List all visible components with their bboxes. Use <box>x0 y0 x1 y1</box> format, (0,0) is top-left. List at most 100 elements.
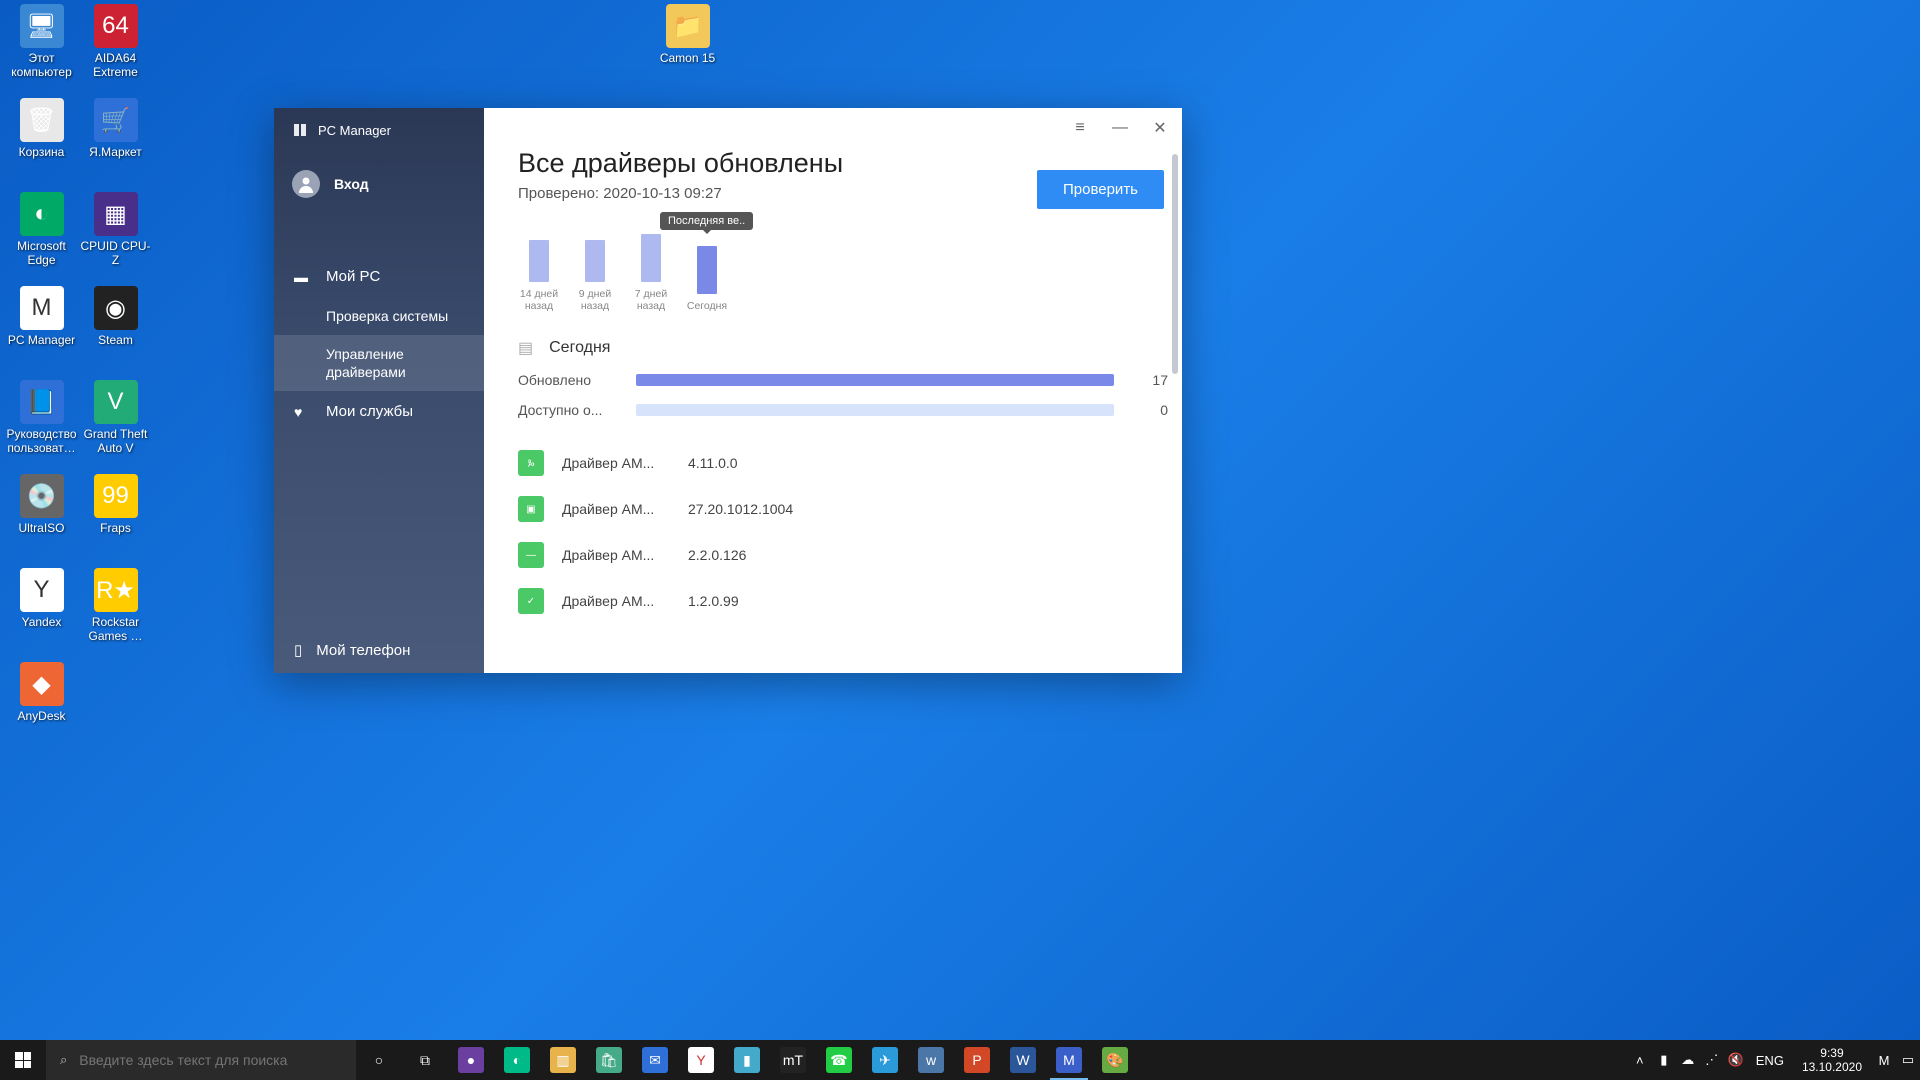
driver-name: Драйвер AM... <box>562 501 670 517</box>
tray-wifi-icon[interactable]: ⋰ <box>1700 1040 1724 1080</box>
tray-action-center-icon[interactable]: ▭ <box>1896 1040 1920 1080</box>
desktop-icon[interactable]: MPC Manager <box>4 286 79 347</box>
desktop-icon[interactable]: 🛒Я.Маркет <box>78 98 153 159</box>
bar-fill <box>585 240 605 282</box>
desktop-icon-label: Grand Theft Auto V <box>78 427 153 455</box>
desktop-icon-label: Steam <box>78 333 153 347</box>
desktop-icon[interactable]: 64AIDA64 Extreme <box>78 4 153 79</box>
sidebar-item-label: Мой PC <box>326 268 380 285</box>
driver-row[interactable]: ▣Драйвер AM...27.20.1012.1004 <box>518 486 1168 532</box>
driver-list: ⰃДрайвер AM...4.11.0.0▣Драйвер AM...27.2… <box>518 440 1168 624</box>
close-button[interactable]: ✕ <box>1150 118 1170 138</box>
desktop-icon[interactable]: 📁Camon 15 <box>650 4 725 65</box>
taskbar-app-store[interactable]: 🛍 <box>586 1040 632 1080</box>
sidebar-item-label: Мой телефон <box>316 642 410 659</box>
desktop-icon[interactable]: ◆AnyDesk <box>4 662 79 723</box>
desktop-icon-glyph: 🛒 <box>94 98 138 142</box>
bar-fill <box>697 246 717 294</box>
menu-icon[interactable]: ≡ <box>1070 119 1090 137</box>
taskbar-app-cortana[interactable]: ○ <box>356 1040 402 1080</box>
sidebar-item-my-pc[interactable]: ▬ Мой PC <box>274 256 484 297</box>
desktop-icon-glyph: ◉ <box>94 286 138 330</box>
tray-onedrive-icon[interactable]: ☁ <box>1676 1040 1700 1080</box>
bar-fill <box>529 240 549 282</box>
tray-chevron-icon[interactable]: ˄ <box>1628 1040 1652 1080</box>
tray-language[interactable]: ENG <box>1748 1053 1792 1068</box>
today-section: ▤ Сегодня Обновлено 17 Доступно о... 0 Ⰳ… <box>518 338 1168 624</box>
minimize-button[interactable]: — <box>1110 119 1130 137</box>
taskbar-app-icon: ◐ <box>504 1047 530 1073</box>
taskbar-app-paint[interactable]: 🎨 <box>1092 1040 1138 1080</box>
sidebar-item-system-check[interactable]: Проверка системы <box>274 297 484 335</box>
taskbar-app-telegram[interactable]: ✈ <box>862 1040 908 1080</box>
desktop-icon[interactable]: R★Rockstar Games … <box>78 568 153 643</box>
taskbar-app-whatsapp[interactable]: ☎ <box>816 1040 862 1080</box>
taskbar-search[interactable]: ⌕ <box>46 1040 356 1080</box>
checked-at: Проверено: 2020-10-13 09:27 <box>518 185 1168 202</box>
pc-manager-window: PC Manager Вход ▬ Мой PC Проверка систем… <box>274 108 1182 673</box>
desktop-icon[interactable]: 💿UltraISO <box>4 474 79 535</box>
taskbar-app-vk[interactable]: w <box>908 1040 954 1080</box>
desktop-icon-label: Fraps <box>78 521 153 535</box>
scrollbar[interactable] <box>1172 154 1178 374</box>
bar-tooltip: Последняя ве.. <box>660 212 753 230</box>
taskbar-app-word[interactable]: W <box>1000 1040 1046 1080</box>
desktop-icon-glyph: 64 <box>94 4 138 48</box>
taskbar-app-icon: ☎ <box>826 1047 852 1073</box>
taskbar-app-explorer[interactable]: ▥ <box>540 1040 586 1080</box>
sidebar-item-driver-mgmt[interactable]: Управление драйверами <box>274 335 484 391</box>
desktop-icon-glyph: ◐ <box>20 192 64 236</box>
taskbar-app-powerpoint[interactable]: P <box>954 1040 1000 1080</box>
taskbar-app-icon: M <box>1056 1047 1082 1073</box>
taskbar-app-mail[interactable]: ✉ <box>632 1040 678 1080</box>
taskbar-app-icon: ○ <box>366 1047 392 1073</box>
driver-row[interactable]: ✓Драйвер AM...1.2.0.99 <box>518 578 1168 624</box>
app-title-bar: PC Manager <box>274 108 484 152</box>
taskbar-app-icon: 🎨 <box>1102 1047 1128 1073</box>
driver-version: 1.2.0.99 <box>688 593 739 609</box>
desktop-icon[interactable]: 📘Руководство пользоват… <box>4 380 79 455</box>
desktop-icon[interactable]: YYandex <box>4 568 79 629</box>
clock-time: 9:39 <box>1802 1046 1862 1060</box>
desktop-icon-glyph: 📘 <box>20 380 64 424</box>
taskbar-app-taskview[interactable]: ⧉ <box>402 1040 448 1080</box>
main-pane: ≡ — ✕ Проверить Все драйверы обновлены П… <box>484 108 1182 673</box>
taskbar-app-yandex-alice[interactable]: ● <box>448 1040 494 1080</box>
taskbar-app-phone[interactable]: ▮ <box>724 1040 770 1080</box>
taskbar-app-yandex-browser[interactable]: Y <box>678 1040 724 1080</box>
desktop-icon[interactable]: ◉ Steam <box>78 286 153 347</box>
driver-row[interactable]: —Драйвер AM...2.2.0.126 <box>518 532 1168 578</box>
desktop-icon-label: Camon 15 <box>650 51 725 65</box>
taskbar-app-icon: ▥ <box>550 1047 576 1073</box>
calendar-icon: ▤ <box>518 338 533 358</box>
windows-logo-icon <box>15 1052 31 1068</box>
search-input[interactable] <box>79 1052 342 1068</box>
desktop-icon[interactable]: ▦CPUID CPU-Z <box>78 192 153 267</box>
tray-pc-manager-icon[interactable]: M <box>1872 1040 1896 1080</box>
desktop-icon[interactable]: 🗑Корзина <box>4 98 79 159</box>
bar-label: 7 дней назад <box>630 288 672 312</box>
tray-clock[interactable]: 9:39 13.10.2020 <box>1792 1046 1872 1074</box>
avatar-icon <box>292 170 320 198</box>
desktop-icon-glyph: 🗑 <box>20 98 64 142</box>
start-button[interactable] <box>0 1040 46 1080</box>
desktop-icon[interactable]: 99Fraps <box>78 474 153 535</box>
today-header: ▤ Сегодня <box>518 338 1168 358</box>
driver-row[interactable]: ⰃДрайвер AM...4.11.0.0 <box>518 440 1168 486</box>
taskbar-app-pc-manager[interactable]: M <box>1046 1040 1092 1080</box>
desktop-icon[interactable]: ◐Microsoft Edge <box>4 192 79 267</box>
desktop-icon[interactable]: VGrand Theft Auto V <box>78 380 153 455</box>
taskbar-app-mt-app[interactable]: mT <box>770 1040 816 1080</box>
sidebar-item-my-phone[interactable]: ▯ Мой телефон <box>274 627 484 673</box>
history-bar: 9 дней назад <box>574 240 616 312</box>
tray-battery-icon[interactable]: ▮ <box>1652 1040 1676 1080</box>
sidebar-item-my-services[interactable]: ♥ Мои службы <box>274 391 484 432</box>
taskbar-app-edge[interactable]: ◐ <box>494 1040 540 1080</box>
tray-volume-icon[interactable]: 🔇 <box>1724 1040 1748 1080</box>
driver-version: 27.20.1012.1004 <box>688 501 793 517</box>
window-titlebar: ≡ — ✕ <box>484 108 1182 148</box>
user-login[interactable]: Вход <box>274 152 484 216</box>
desktop-icon[interactable]: 🖥Этот компьютер <box>4 4 79 79</box>
desktop-icon-glyph: 💿 <box>20 474 64 518</box>
taskbar-app-icon: ✈ <box>872 1047 898 1073</box>
